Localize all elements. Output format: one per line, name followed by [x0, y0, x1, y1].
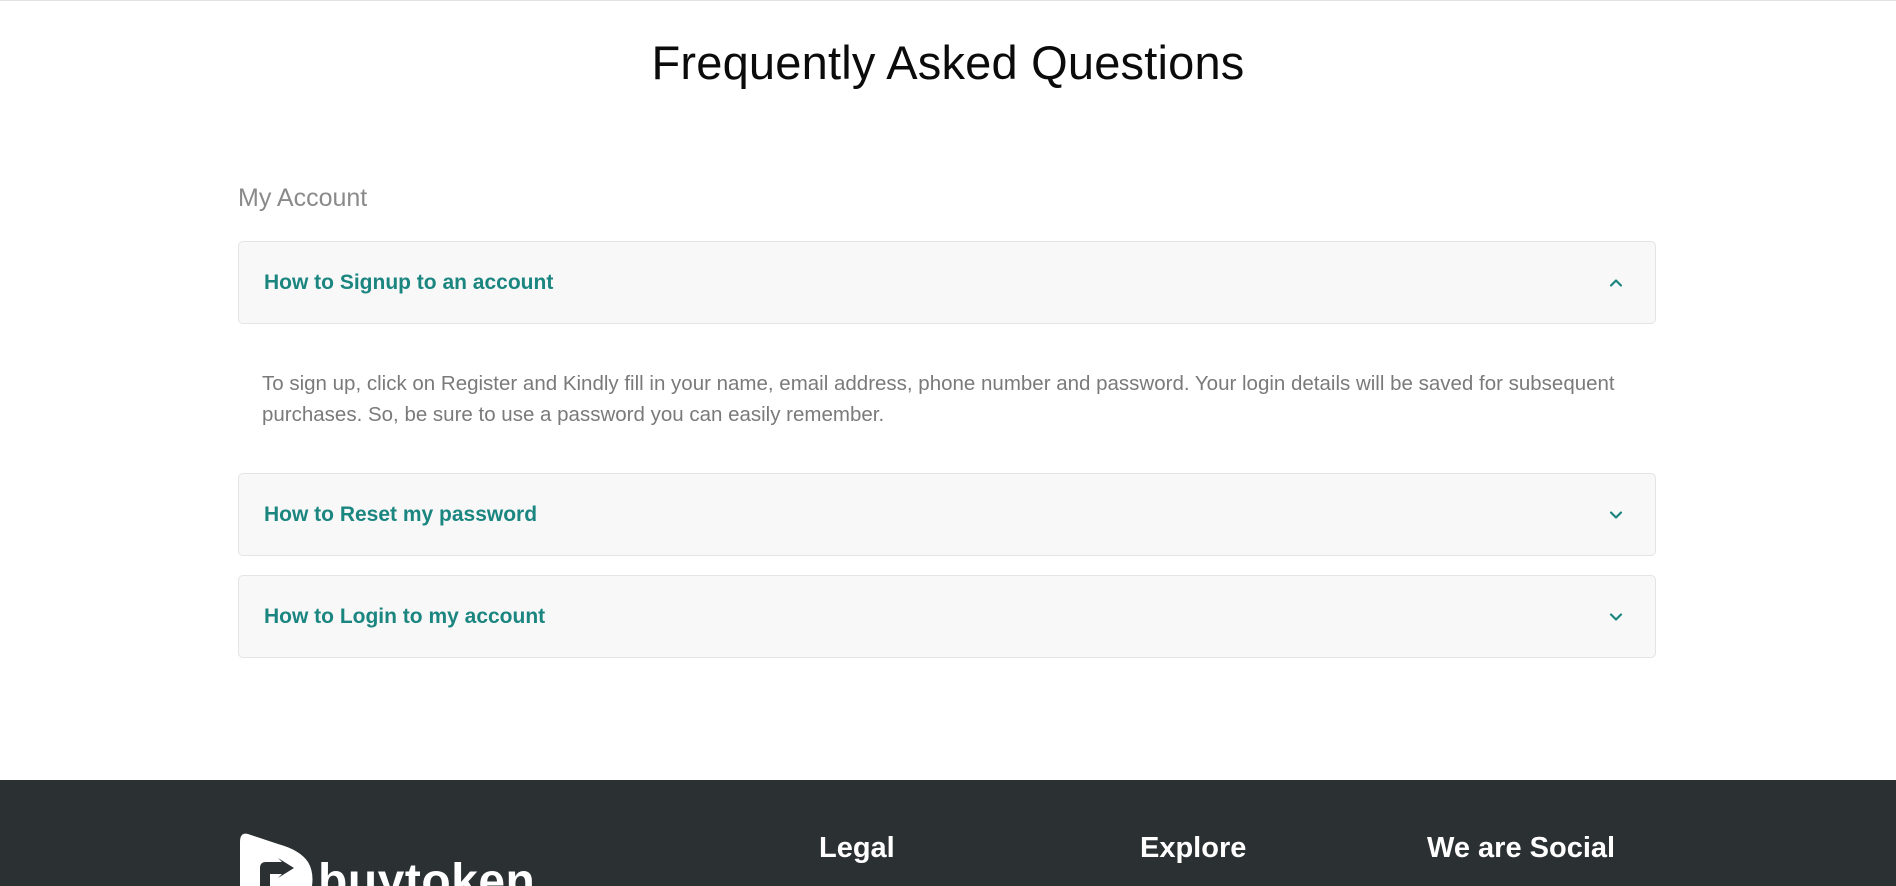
faq-item-login[interactable]: How to Login to my account	[238, 575, 1656, 658]
footer-heading-social: We are Social	[1427, 832, 1616, 864]
footer-logo[interactable]: buytoken	[238, 828, 558, 886]
page-title: Frequently Asked Questions	[651, 36, 1245, 89]
faq-question: How to Reset my password	[264, 503, 538, 526]
top-divider	[0, 0, 1896, 1]
footer-heading-explore: Explore	[1140, 832, 1247, 864]
faq-section-title: My Account	[238, 184, 368, 212]
faq-item-reset-password[interactable]: How to Reset my password	[238, 473, 1656, 556]
chevron-down-icon[interactable]	[1607, 506, 1625, 524]
logo-mark-icon	[240, 833, 313, 886]
faq-question: How to Signup to an account	[264, 271, 554, 294]
faq-answer: To sign up, click on Register and Kindly…	[262, 372, 1615, 426]
logo-text: buytoken	[318, 855, 536, 886]
faq-item-signup[interactable]: How to Signup to an account	[238, 241, 1656, 324]
chevron-down-icon[interactable]	[1607, 608, 1625, 626]
footer-heading-legal: Legal	[819, 832, 895, 864]
faq-question: How to Login to my account	[264, 605, 546, 628]
chevron-up-icon[interactable]	[1607, 274, 1625, 292]
footer: buytoken Legal Explore We are Social	[0, 780, 1896, 886]
